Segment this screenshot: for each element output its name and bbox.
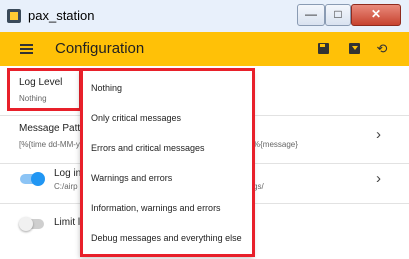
save-icon[interactable] <box>316 42 330 56</box>
restore-icon[interactable]: ⟲ <box>375 42 389 56</box>
menu-icon[interactable] <box>20 44 33 54</box>
log-file-toggle[interactable] <box>20 172 45 186</box>
page-title: Configuration <box>55 40 145 57</box>
log-file-path: C:/airp <box>54 182 78 191</box>
dropdown-highlight <box>80 68 255 257</box>
log-level-highlight <box>7 68 82 111</box>
message-pattern-label: Message Patte <box>19 123 86 134</box>
chevron-right-icon: › <box>376 126 381 143</box>
limit-toggle[interactable] <box>19 217 44 231</box>
message-pattern-value-end: %{message} <box>253 140 298 149</box>
app-bar: Configuration ⟲ <box>0 32 409 66</box>
limit-label: Limit l <box>54 217 81 228</box>
app-icon <box>7 9 21 23</box>
log-file-label: Log in <box>54 168 82 179</box>
close-button[interactable]: ✕ <box>351 4 401 26</box>
message-pattern-value: [%{time dd-MM-y <box>19 140 80 149</box>
chevron-right-icon: › <box>376 170 381 187</box>
minimize-button[interactable]: — <box>297 4 325 26</box>
window-titlebar: pax_station — □ ✕ <box>0 0 409 33</box>
window-title: pax_station <box>28 8 95 23</box>
download-icon[interactable] <box>347 42 361 56</box>
maximize-button[interactable]: □ <box>325 4 351 26</box>
